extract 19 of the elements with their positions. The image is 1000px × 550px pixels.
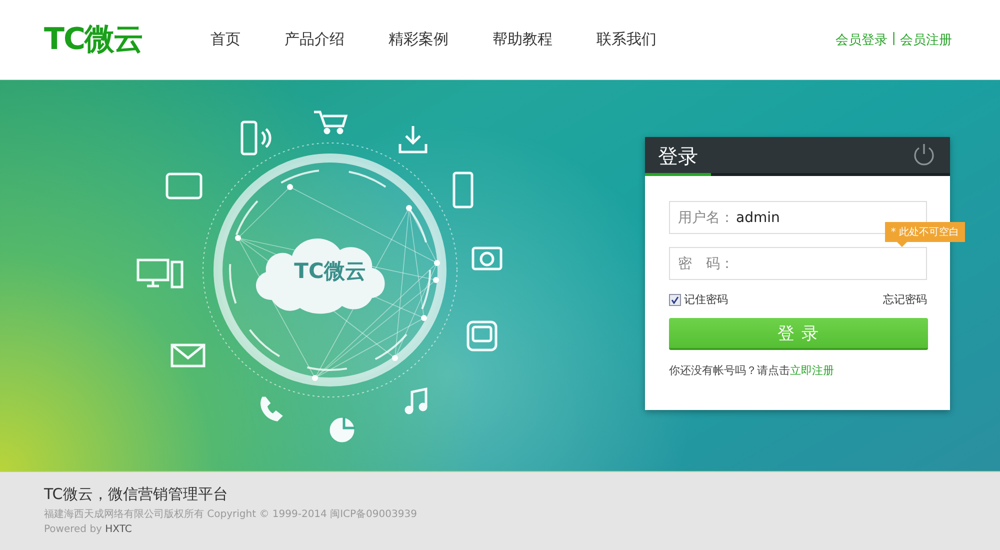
- register-prompt: 你还没有帐号吗？请点击立即注册: [669, 363, 835, 378]
- cloud-logo-text: TC微云: [294, 259, 366, 283]
- power-icon[interactable]: [912, 143, 936, 167]
- nav-link[interactable]: 联系我们: [596, 26, 656, 53]
- remember-checkbox[interactable]: [669, 294, 681, 306]
- remember-label: 记住密码: [684, 292, 728, 307]
- login-title: 登录: [645, 137, 711, 176]
- password-field[interactable]: 密 码：: [669, 247, 927, 280]
- username-input[interactable]: admin: [736, 210, 886, 226]
- nav-link[interactable]: 产品介绍: [284, 26, 344, 53]
- nav-link[interactable]: 精彩案例: [388, 26, 448, 53]
- powered-by-text: Powered by HXTC: [44, 524, 133, 535]
- tooltip-pointer: [896, 242, 907, 247]
- forgot-password-link[interactable]: 忘记密码: [883, 292, 927, 307]
- nav-link[interactable]: 帮助教程: [492, 26, 552, 53]
- link-separator: |: [892, 30, 896, 48]
- footer-title: TC微云，微信营销管理平台: [44, 485, 229, 504]
- copyright-text: 福建海西天成网络有限公司版权所有 Copyright © 1999-2014 闽ICP备09003939: [44, 508, 418, 521]
- nav-link[interactable]: 首页: [210, 26, 240, 53]
